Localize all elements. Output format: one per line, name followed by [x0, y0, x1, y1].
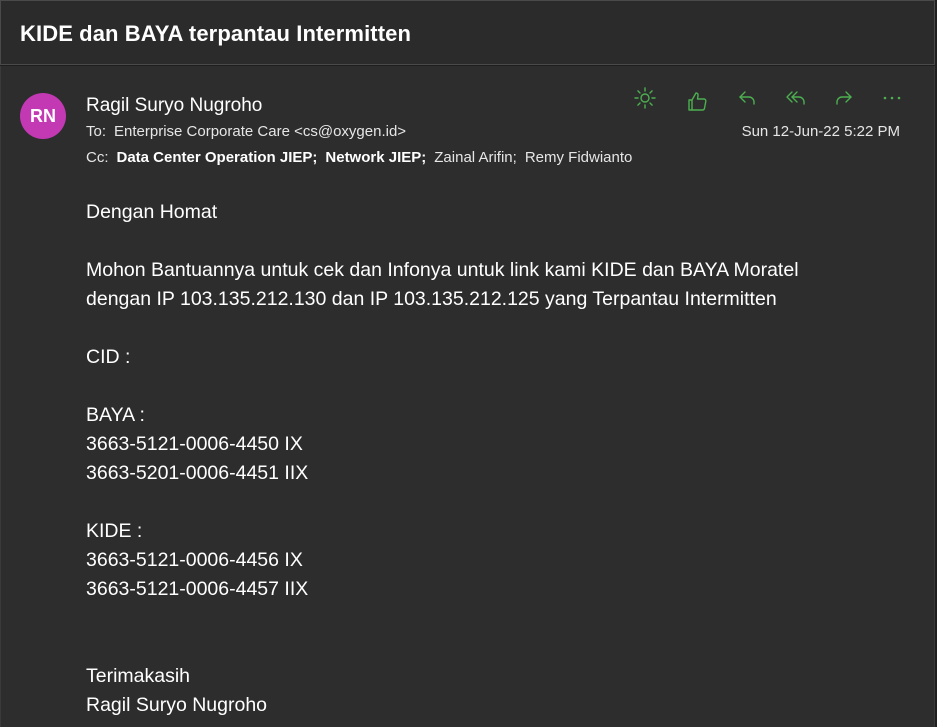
- sun-icon: [634, 87, 656, 109]
- cc-recipient[interactable]: Network JIEP;: [325, 149, 426, 166]
- body-line: 3663-5121-0006-4450 IX: [86, 433, 303, 455]
- cc-recipient[interactable]: Zainal Arifin;: [434, 149, 517, 166]
- body-line: [86, 314, 906, 343]
- subject-bar: KIDE dan BAYA terpantau Intermitten: [0, 0, 935, 65]
- message-pane: RN Ragil Suryo Nugroho To: Enterprise Cor…: [0, 66, 935, 727]
- sender-avatar[interactable]: RN: [20, 93, 66, 139]
- message-body: Dengan Homat Mohon Bantuannya untuk cek …: [86, 198, 906, 720]
- cc-line: Cc: Data Center Operation JIEP; Network JI…: [86, 149, 640, 166]
- body-line: 3663-5121-0006-4456 IX: [86, 549, 303, 571]
- body-line: [86, 488, 906, 517]
- forward-icon: [836, 91, 852, 105]
- body-line: Terimakasih: [86, 665, 191, 687]
- body-line: 3663-5201-0006-4451 IIX: [86, 462, 309, 484]
- body-line: KIDE :: [86, 520, 143, 542]
- more-button[interactable]: [878, 84, 906, 112]
- body-line: 3663-5121-0006-4457 IIX: [86, 578, 309, 600]
- sent-date: Sun 12-Jun-22 5:22 PM: [741, 123, 900, 140]
- to-line: To: Enterprise Corporate Care <cs@oxygen.…: [86, 123, 406, 140]
- reply-button[interactable]: [733, 84, 761, 112]
- body-line: CID :: [86, 346, 131, 368]
- cc-label: Cc:: [86, 149, 109, 166]
- more-icon: [883, 96, 901, 100]
- sender-name[interactable]: Ragil Suryo Nugroho: [86, 95, 262, 117]
- body-line: dengan IP 103.135.212.130 dan IP 103.135…: [86, 288, 777, 310]
- body-line: [86, 633, 906, 662]
- body-line: [86, 372, 906, 401]
- body-line: [86, 227, 906, 256]
- forward-button[interactable]: [830, 84, 858, 112]
- body-line: Dengan Homat: [86, 201, 218, 223]
- like-button[interactable]: [683, 87, 711, 115]
- email-subject: KIDE dan BAYA terpantau Intermitten: [20, 21, 412, 46]
- reply-all-button[interactable]: [782, 84, 810, 112]
- body-line: Ragil Suryo Nugroho: [86, 694, 268, 716]
- to-recipient[interactable]: Enterprise Corporate Care <cs@oxygen.id>: [114, 123, 406, 140]
- like-icon: [688, 92, 707, 111]
- sun-button[interactable]: [631, 84, 659, 112]
- to-label: To:: [86, 123, 107, 140]
- body-line: BAYA :: [86, 404, 145, 426]
- reply-all-icon: [786, 91, 805, 105]
- cc-recipient[interactable]: Remy Fidwianto: [525, 149, 633, 166]
- cc-recipient[interactable]: Data Center Operation JIEP;: [117, 149, 318, 166]
- body-line: [86, 604, 906, 633]
- body-line: Mohon Bantuannya untuk cek dan Infonya u…: [86, 259, 799, 281]
- reply-icon: [739, 91, 755, 105]
